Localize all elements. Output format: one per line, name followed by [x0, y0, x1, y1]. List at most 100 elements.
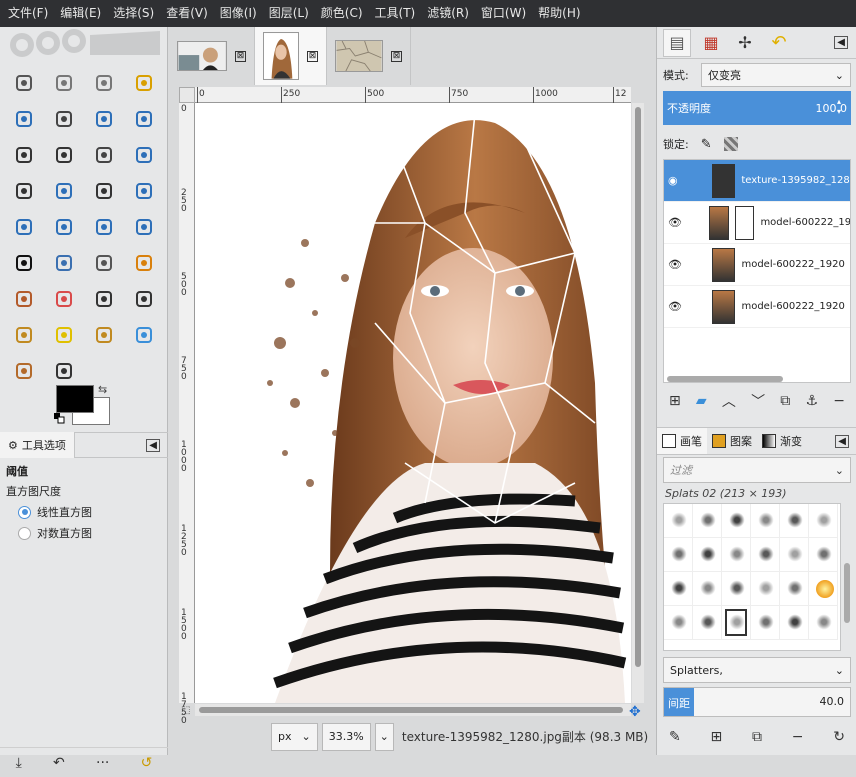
- tool-gradient[interactable]: [84, 245, 124, 281]
- menu-item-8[interactable]: 滤镜(R): [421, 0, 475, 27]
- zoom-field[interactable]: 33.3%: [321, 722, 371, 751]
- radio-linear-histogram[interactable]: 线性直方图: [18, 504, 162, 520]
- brush-item[interactable]: [751, 538, 780, 572]
- brush-item[interactable]: [693, 538, 722, 572]
- brush-item[interactable]: [809, 572, 838, 606]
- brush-item[interactable]: [780, 538, 809, 572]
- scroll-thumb[interactable]: [667, 376, 783, 382]
- new-group-icon[interactable]: ▰: [696, 393, 707, 409]
- menu-item-5[interactable]: 图层(L): [263, 0, 315, 27]
- tool-foreground-select[interactable]: [84, 101, 124, 137]
- new-layer-icon[interactable]: ⊞: [669, 393, 681, 409]
- default-colors-icon[interactable]: [54, 413, 65, 424]
- layer-thumbnail[interactable]: [711, 163, 736, 198]
- brush-item[interactable]: [809, 538, 838, 572]
- duplicate-layer-icon[interactable]: ⧉: [780, 393, 790, 409]
- brush-item[interactable]: [809, 606, 838, 640]
- brush-item[interactable]: [780, 504, 809, 538]
- brush-item[interactable]: [809, 504, 838, 538]
- tool-by-color-select[interactable]: [4, 101, 44, 137]
- close-tab-icon[interactable]: ⊠: [235, 50, 246, 62]
- tool-warp-transform[interactable]: [124, 209, 164, 245]
- tool-flip[interactable]: [44, 209, 84, 245]
- layer-thumbnail[interactable]: [711, 289, 736, 324]
- panel-menu-icon[interactable]: ◀: [834, 36, 848, 49]
- lock-alpha-icon[interactable]: [723, 137, 738, 151]
- anchor-layer-icon[interactable]: ⚓: [805, 393, 818, 409]
- tool-blur-sharpen[interactable]: [124, 317, 164, 353]
- foreground-color[interactable]: [56, 385, 94, 413]
- opacity-stepper[interactable]: ▴ ▾: [837, 97, 841, 117]
- refresh-brushes-icon[interactable]: ↻: [833, 729, 845, 745]
- tool-ellipse-select[interactable]: [44, 65, 84, 101]
- lock-pixels-icon[interactable]: ✎: [701, 137, 712, 152]
- reset-icon[interactable]: ↺: [141, 755, 153, 771]
- brush-item[interactable]: [751, 504, 780, 538]
- more-icon[interactable]: ···: [96, 755, 109, 771]
- close-tab-icon[interactable]: ⊠: [307, 50, 318, 62]
- menu-item-7[interactable]: 工具(T): [369, 0, 422, 27]
- brush-item[interactable]: [722, 538, 751, 572]
- horizontal-scrollbar[interactable]: [195, 704, 631, 716]
- layer-row[interactable]: 👁 model-600222_1920: [664, 286, 850, 328]
- tool-fuzzy-select[interactable]: [124, 65, 164, 101]
- menu-item-0[interactable]: 文件(F): [2, 0, 54, 27]
- menu-item-10[interactable]: 帮助(H): [532, 0, 586, 27]
- tool-bucket-fill[interactable]: [44, 245, 84, 281]
- tool-scale[interactable]: [124, 173, 164, 209]
- brush-item[interactable]: [722, 504, 751, 538]
- swap-colors-icon[interactable]: ⇆: [98, 383, 107, 396]
- visibility-eye-icon[interactable]: 👁: [668, 216, 682, 229]
- tool-eraser[interactable]: [44, 281, 84, 317]
- spacing-slider[interactable]: 间距 40.0: [663, 687, 851, 717]
- layer-name[interactable]: model-600222_1920: [760, 217, 850, 228]
- delete-brush-icon[interactable]: −: [792, 729, 804, 745]
- tab-layers[interactable]: ▤: [663, 28, 691, 57]
- tab-channels[interactable]: ▦: [697, 29, 725, 57]
- menu-item-9[interactable]: 窗口(W): [475, 0, 532, 27]
- menu-item-2[interactable]: 选择(S): [107, 0, 160, 27]
- visibility-eye-icon[interactable]: 👁: [668, 300, 682, 313]
- tool-perspective[interactable]: [4, 209, 44, 245]
- layer-name[interactable]: model-600222_1920: [741, 259, 850, 270]
- tab-undo[interactable]: ↶: [765, 29, 793, 57]
- ruler-corner[interactable]: [179, 87, 195, 103]
- layer-thumbnail[interactable]: [708, 205, 729, 240]
- brush-filter[interactable]: 过滤 ⌄: [663, 457, 851, 483]
- image-tab-1[interactable]: ⊠: [169, 27, 255, 85]
- menu-item-6[interactable]: 颜色(C): [315, 0, 369, 27]
- radio-log-histogram[interactable]: 对数直方图: [18, 525, 162, 541]
- quickmask-icon[interactable]: ⬚: [181, 705, 190, 716]
- layer-mask-thumbnail[interactable]: [734, 205, 755, 240]
- scroll-thumb[interactable]: [844, 563, 850, 623]
- brush-item[interactable]: [722, 606, 751, 640]
- ruler-left[interactable]: 0 250 500 750 1000 1250 1500 1750: [179, 103, 195, 726]
- brush-item[interactable]: [693, 606, 722, 640]
- brush-item[interactable]: [664, 606, 693, 640]
- restore-preset-icon[interactable]: ↶: [53, 755, 65, 771]
- tool-unified-transform[interactable]: [84, 173, 124, 209]
- brush-item[interactable]: [664, 572, 693, 606]
- menu-item-1[interactable]: 编辑(E): [54, 0, 107, 27]
- tool-perspective-clone[interactable]: [84, 317, 124, 353]
- tool-scissors-select[interactable]: [44, 101, 84, 137]
- tab-paths[interactable]: ✢: [731, 29, 759, 57]
- tool-color-picker[interactable]: [4, 137, 44, 173]
- scroll-thumb[interactable]: [199, 707, 623, 713]
- image-canvas[interactable]: [195, 103, 631, 703]
- brush-item[interactable]: [780, 572, 809, 606]
- brush-scrollbar[interactable]: [843, 503, 851, 651]
- tool-pencil[interactable]: [124, 245, 164, 281]
- panel-menu-icon[interactable]: ◀: [146, 438, 160, 452]
- tool-airbrush[interactable]: [84, 281, 124, 317]
- zoom-dropdown[interactable]: ⌄: [374, 722, 394, 751]
- tool-align[interactable]: [4, 173, 44, 209]
- brush-item[interactable]: [751, 606, 780, 640]
- visibility-eye-icon[interactable]: ◉: [668, 174, 682, 187]
- scroll-thumb[interactable]: [635, 107, 641, 667]
- layer-name[interactable]: texture-1395982_1280: [741, 175, 850, 186]
- brush-tag-select[interactable]: Splatters, ⌄: [663, 657, 851, 683]
- tool-clone[interactable]: [4, 317, 44, 353]
- menu-item-3[interactable]: 查看(V): [160, 0, 214, 27]
- duplicate-brush-icon[interactable]: ⧉: [752, 729, 762, 745]
